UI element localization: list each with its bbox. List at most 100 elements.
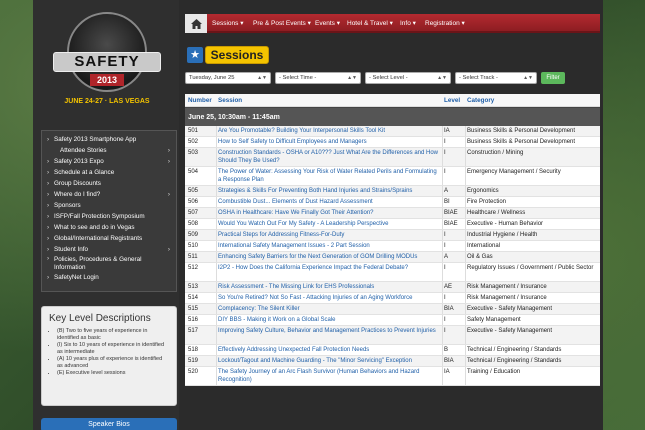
session-category: Training / Education <box>467 369 521 375</box>
sidebar-item[interactable]: › Student Info › <box>46 244 172 255</box>
session-title-link[interactable]: Construction Standards - OSHA or A10??? … <box>218 150 440 165</box>
session-title-link[interactable]: International Safety Management Issues -… <box>218 243 440 251</box>
column-divider <box>465 345 466 355</box>
topnav-events[interactable]: Events ▾ <box>315 14 340 33</box>
sidebar-item[interactable]: › Safety 2013 Expo › <box>46 156 172 167</box>
header-session[interactable]: Session <box>218 94 242 107</box>
session-category: Business Skills & Personal Development <box>467 128 576 134</box>
sidebar-item[interactable]: › Policies, Procedures & General Informat… <box>46 255 172 272</box>
sidebar-item[interactable]: › Where do I find? › <box>46 189 172 200</box>
speaker-bios-button[interactable]: Speaker Bios <box>41 418 177 430</box>
topnav-info[interactable]: Info ▾ <box>400 14 416 33</box>
column-divider <box>216 126 217 136</box>
time-group-row: June 25, 10:30am - 11:45am <box>185 107 600 126</box>
sidebar-item[interactable]: Attendee Stories › <box>46 145 172 156</box>
chevron-right-icon: › <box>167 246 170 253</box>
session-title-link[interactable]: Lockout/Tagout and Machine Guarding - Th… <box>218 358 440 366</box>
bullet-icon: › <box>47 202 50 209</box>
safety-2013-logo[interactable]: SAFETY 2013 JUNE 24-27 · LAS VEGAS <box>53 12 161 110</box>
home-icon[interactable] <box>185 14 207 33</box>
header-number[interactable]: Number <box>188 94 212 107</box>
column-divider <box>216 197 217 207</box>
session-number: 503 <box>188 150 199 156</box>
session-number: 508 <box>188 221 199 227</box>
table-row: 506 Combustible Dust... Elements of Dust … <box>185 197 600 208</box>
session-number: 519 <box>188 358 199 364</box>
sidebar-item-label: Student Info <box>54 246 88 253</box>
column-divider <box>442 315 443 325</box>
filter-button[interactable]: Filter <box>541 72 565 84</box>
session-category: Safety Management <box>467 317 521 323</box>
session-title-link[interactable]: Effectively Addressing Unexpected Fall P… <box>218 347 440 355</box>
session-title-link[interactable]: Enhancing Safety Barriers for the Next G… <box>218 254 440 262</box>
column-divider <box>465 197 466 207</box>
sidebar-item[interactable]: › Global/International Registrants <box>46 233 172 244</box>
session-level: IA <box>444 369 450 375</box>
sidebar-item[interactable]: › Group Discounts <box>46 178 172 189</box>
column-divider <box>442 241 443 251</box>
column-divider <box>216 356 217 366</box>
sidebar-item-label: What to see and do in Vegas <box>54 224 135 231</box>
session-level: IA <box>444 128 450 134</box>
sidebar-item[interactable]: › What to see and do in Vegas <box>46 222 172 233</box>
table-row: 518 Effectively Addressing Unexpected Fal… <box>185 345 600 356</box>
topnav-hotel-travel[interactable]: Hotel & Travel ▾ <box>347 14 393 33</box>
key-level-item: (A) 10 years plus of experience is ident… <box>57 356 169 370</box>
column-divider <box>465 282 466 292</box>
header-category[interactable]: Category <box>467 94 494 107</box>
session-level: BIAE <box>444 210 458 216</box>
sidebar-item[interactable]: › SafetyNet Login <box>46 272 172 283</box>
session-title-link[interactable]: Practical Steps for Addressing Fitness-F… <box>218 232 440 240</box>
logo-word: SAFETY <box>53 52 161 72</box>
sessions-table: Number Session Level Category June 25, 1… <box>185 94 600 386</box>
chevron-right-icon: › <box>167 191 170 198</box>
key-level-title: Key Level Descriptions <box>49 313 151 324</box>
topnav-sessions[interactable]: Sessions ▾ <box>212 14 243 33</box>
session-level: I <box>444 243 446 249</box>
session-title-link[interactable]: OSHA in Healthcare: Have We Finally Got … <box>218 210 440 218</box>
chevron-down-icon: ▾ <box>412 20 416 27</box>
sidebar-item[interactable]: › Sponsors <box>46 200 172 211</box>
date-select[interactable]: Tuesday, June 25 ▲▼ <box>185 72 271 84</box>
bullet-icon: › <box>47 213 50 220</box>
session-title-link[interactable]: DIY BBS - Making it Work on a Global Sca… <box>218 317 440 325</box>
sidebar-item[interactable]: › ISFP/Fall Protection Symposium <box>46 211 172 222</box>
table-row: 519 Lockout/Tagout and Machine Guarding -… <box>185 356 600 367</box>
session-level: A <box>444 188 449 194</box>
session-title-link[interactable]: Combustible Dust... Elements of Dust Haz… <box>218 199 440 207</box>
bullet-icon: › <box>47 191 50 198</box>
session-title-link[interactable]: Risk Assessment - The Missing Link for E… <box>218 284 440 292</box>
session-title-link[interactable]: Improving Safety Culture, Behavior and M… <box>218 328 440 336</box>
topnav-pre-post-events[interactable]: Pre & Post Events ▾ <box>253 14 311 33</box>
header-level[interactable]: Level <box>444 94 460 107</box>
session-number: 511 <box>188 254 198 260</box>
session-title-link[interactable]: I2P2 - How Does the California Experienc… <box>218 265 440 273</box>
session-title-link[interactable]: The Power of Water: Assessing Your Risk … <box>218 169 440 184</box>
session-category: Industrial Hygiene / Health <box>467 232 538 238</box>
level-select[interactable]: - Select Level - ▲▼ <box>365 72 451 84</box>
session-category: Executive - Safety Management <box>467 328 553 334</box>
sidebar-item[interactable]: › Safety 2013 Smartphone App <box>46 134 172 145</box>
session-number: 510 <box>188 243 199 249</box>
table-row: 511 Enhancing Safety Barriers for the Nex… <box>185 252 600 263</box>
bullet-icon: › <box>47 158 50 165</box>
track-select[interactable]: - Select Track - ▲▼ <box>455 72 537 84</box>
chevron-down-icon: ▾ <box>240 20 244 27</box>
session-title-link[interactable]: Strategies & Skills For Preventing Both … <box>218 188 440 196</box>
session-title-link[interactable]: So You're Retired? Not So Fast - Attacki… <box>218 295 440 303</box>
time-select[interactable]: - Select Time - ▲▼ <box>275 72 361 84</box>
session-title-link[interactable]: How to Self Safety to Difficult Employee… <box>218 139 440 147</box>
table-header: Number Session Level Category <box>185 94 600 107</box>
column-divider <box>216 137 217 147</box>
column-divider <box>465 315 466 325</box>
sidebar-item[interactable]: › Schedule at a Glance <box>46 167 172 178</box>
session-category: Risk Management / Insurance <box>467 284 547 290</box>
session-title-link[interactable]: Would You Watch Out For My Safety - A Le… <box>218 221 440 229</box>
table-row: 505 Strategies & Skills For Preventing Bo… <box>185 186 600 197</box>
session-title-link[interactable]: The Safety Journey of an Arc Flash Survi… <box>218 369 440 384</box>
topnav-registration[interactable]: Registration ▾ <box>425 14 465 33</box>
session-title-link[interactable]: Complacency: The Silent Killer <box>218 306 440 314</box>
session-level: I <box>444 328 446 334</box>
sidebar-nav: › Safety 2013 Smartphone App Attendee Stor… <box>41 130 177 292</box>
session-title-link[interactable]: Are You Promotable? Building Your Interp… <box>218 128 440 136</box>
